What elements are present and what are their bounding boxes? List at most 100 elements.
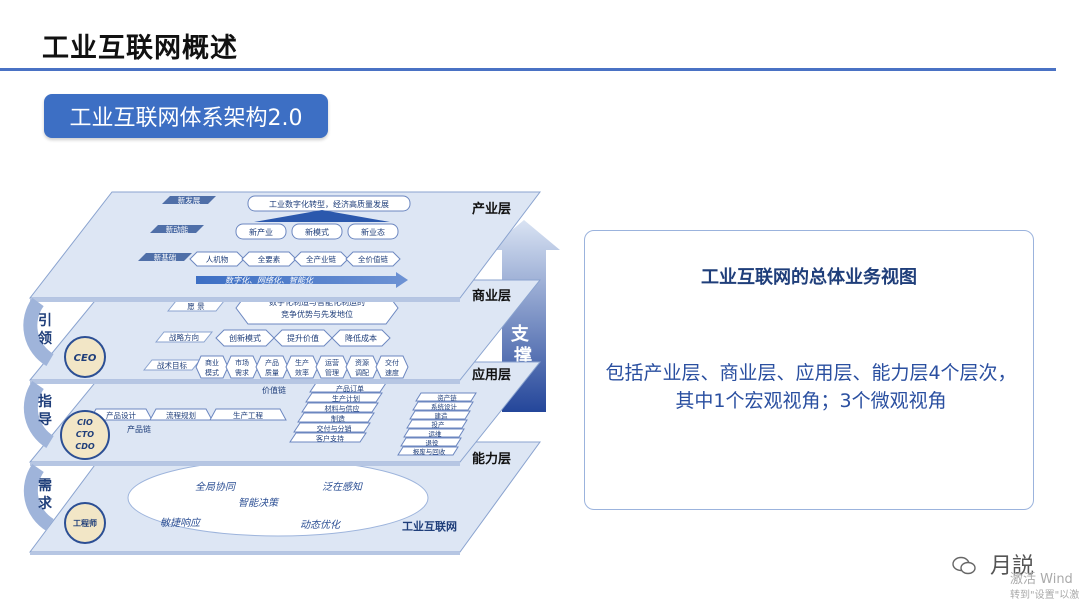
foundation-label: 全要素: [258, 254, 281, 264]
architecture-diagram: 支 撑 全局协同 泛在感知 智能决策 敏捷响应 动态优化 工业互联网 能力层 价…: [23, 191, 560, 555]
value-item: 交付与分销: [293, 422, 371, 433]
asset-label: 系统设计: [431, 402, 458, 411]
cdo-label: CDO: [75, 442, 95, 451]
value-label: 制造: [331, 414, 345, 423]
info-title: 工业互联网的总体业务视图: [701, 267, 917, 288]
value-label: 生产计划: [332, 394, 360, 403]
demand-char-2: 求: [38, 495, 53, 512]
ceo-label: CEO: [74, 353, 97, 364]
foundation-item: 全产业链: [293, 251, 349, 267]
foundation-item: 人机物: [189, 251, 245, 267]
info-text: 包括产业层、商业层、应用层、能力层4个层次，其中1个宏观视角；3个微观视角: [605, 362, 1017, 412]
vision-line-2: 竞争优势与先发地位: [281, 309, 353, 319]
tactic-label-1: 资源: [355, 358, 369, 367]
value-label: 客户支持: [316, 434, 344, 443]
lead-char-1: 引: [38, 313, 52, 329]
product-item: 生产工程: [209, 408, 287, 421]
value-item: 生产计划: [305, 392, 383, 403]
asset-label: 资产链: [437, 393, 457, 402]
guide-char-1: 指: [38, 393, 52, 410]
asset-label: 投产: [432, 420, 446, 429]
business-row-2: 战术目标: [142, 359, 202, 371]
business-row-label: 愿 景: [187, 302, 205, 311]
value-item: 客户支持: [289, 432, 367, 443]
tactic-label-2: 需求: [235, 368, 249, 377]
dynamic-items: 新产业 新模式 新业态: [235, 223, 399, 240]
direction-item: 提升价值: [273, 329, 333, 347]
direction-label: 创新模式: [229, 333, 261, 343]
cloud-5: 动态优化: [300, 519, 342, 531]
industry-layer: 新发展新动能新基础 工业数字化转型，经济高质量发展 新产业 新模式 新业态 人机物 全…: [28, 191, 542, 302]
asset-item: 退役: [400, 437, 462, 447]
cio-label: CIO: [77, 418, 93, 427]
value-item: 材料与供应: [301, 402, 379, 413]
asset-label: 退役: [426, 438, 440, 447]
asset-label: 运维: [429, 429, 443, 438]
info-box: 工业互联网的总体业务视图 包括产业层、商业层、应用层、能力层4个层次，其中1个宏…: [584, 230, 1034, 510]
subtitle-banner: 工业互联网体系架构2.0: [44, 94, 328, 138]
dynamic-item: 新业态: [347, 223, 399, 240]
industry-layer-title: 产业层: [472, 201, 511, 217]
dynamic-label: 新业态: [361, 227, 385, 237]
tactic-label-1: 生产: [295, 358, 309, 367]
product-chain-label: 产品链: [127, 424, 151, 434]
tactic-item: 运营管理: [315, 355, 349, 379]
wechat-icon: [952, 556, 976, 575]
goal-box: 工业数字化转型，经济高质量发展: [247, 195, 411, 212]
cloud-1: 全局协同: [195, 481, 237, 493]
tactic-label-1: 交付: [385, 358, 399, 367]
foundation-label: 全价值链: [358, 254, 388, 264]
asset-item: 投产: [406, 419, 468, 429]
value-item: 制造: [297, 412, 375, 423]
direction-item: 创新模式: [215, 329, 275, 347]
windows-activate-line2: 转到"设置"以激: [1010, 590, 1080, 601]
support-char-1: 支: [510, 323, 530, 345]
tactic-item: 市场需求: [225, 355, 259, 379]
value-label: 交付与分销: [317, 424, 352, 433]
foundation-label: 人机物: [206, 254, 229, 264]
cloud-2: 泛在感知: [322, 481, 363, 493]
foundation-item: 全要素: [241, 251, 297, 267]
tactic-label-2: 调配: [355, 368, 369, 377]
value-chain-label: 价值链: [262, 385, 286, 395]
asset-label: 建造: [435, 411, 449, 420]
direction-items: 创新模式 提升价值 降低成本: [215, 329, 391, 347]
dynamic-label: 新模式: [305, 227, 329, 237]
industry-row-1: 新动能: [150, 224, 204, 234]
tactic-label-2: 管理: [325, 368, 339, 377]
asset-item: 建造: [409, 410, 471, 420]
tactic-label-1: 商业: [205, 358, 219, 367]
industry-row-label: 新发展: [178, 195, 201, 205]
tactic-item: 产品质量: [255, 355, 289, 379]
value-label: 材料与供应: [325, 404, 360, 413]
value-item: 产品订单: [309, 382, 387, 393]
direction-label: 降低成本: [345, 333, 377, 343]
asset-item: 系统设计: [412, 401, 474, 411]
business-row-1: 战略方向: [154, 331, 214, 343]
guide-char-2: 导: [38, 412, 52, 428]
direction-label: 提升价值: [287, 333, 319, 343]
capability-layer-title: 能力层: [472, 451, 511, 467]
page-title: 工业互联网概述: [42, 33, 238, 64]
asset-item: 运维: [403, 428, 465, 438]
industry-row-label: 新动能: [166, 224, 189, 234]
business-row-label: 战略方向: [169, 332, 199, 342]
foundation-label: 全产业链: [306, 254, 336, 264]
product-items: 产品设计 流程规划 生产工程: [89, 408, 287, 421]
product-label: 产品设计: [106, 410, 136, 420]
dynamic-item: 新模式: [291, 223, 343, 240]
asset-item: 资产链: [415, 392, 477, 402]
tactic-label-1: 运营: [325, 358, 339, 367]
industry-row-label: 新基础: [154, 252, 177, 262]
tactic-item: 生产效率: [285, 355, 319, 379]
tactic-label-2: 效率: [295, 368, 309, 377]
demand-char-1: 需: [38, 477, 52, 494]
cto-label: CTO: [76, 430, 94, 439]
cloud-3: 智能决策: [238, 497, 280, 509]
tactic-item: 资源调配: [345, 355, 379, 379]
engineer-label: 工程师: [73, 518, 97, 528]
value-label: 产品订单: [336, 384, 364, 393]
tactic-label-2: 质量: [265, 368, 279, 377]
business-row-label: 战术目标: [157, 360, 187, 370]
cloud-4: 敏捷响应: [160, 517, 202, 529]
